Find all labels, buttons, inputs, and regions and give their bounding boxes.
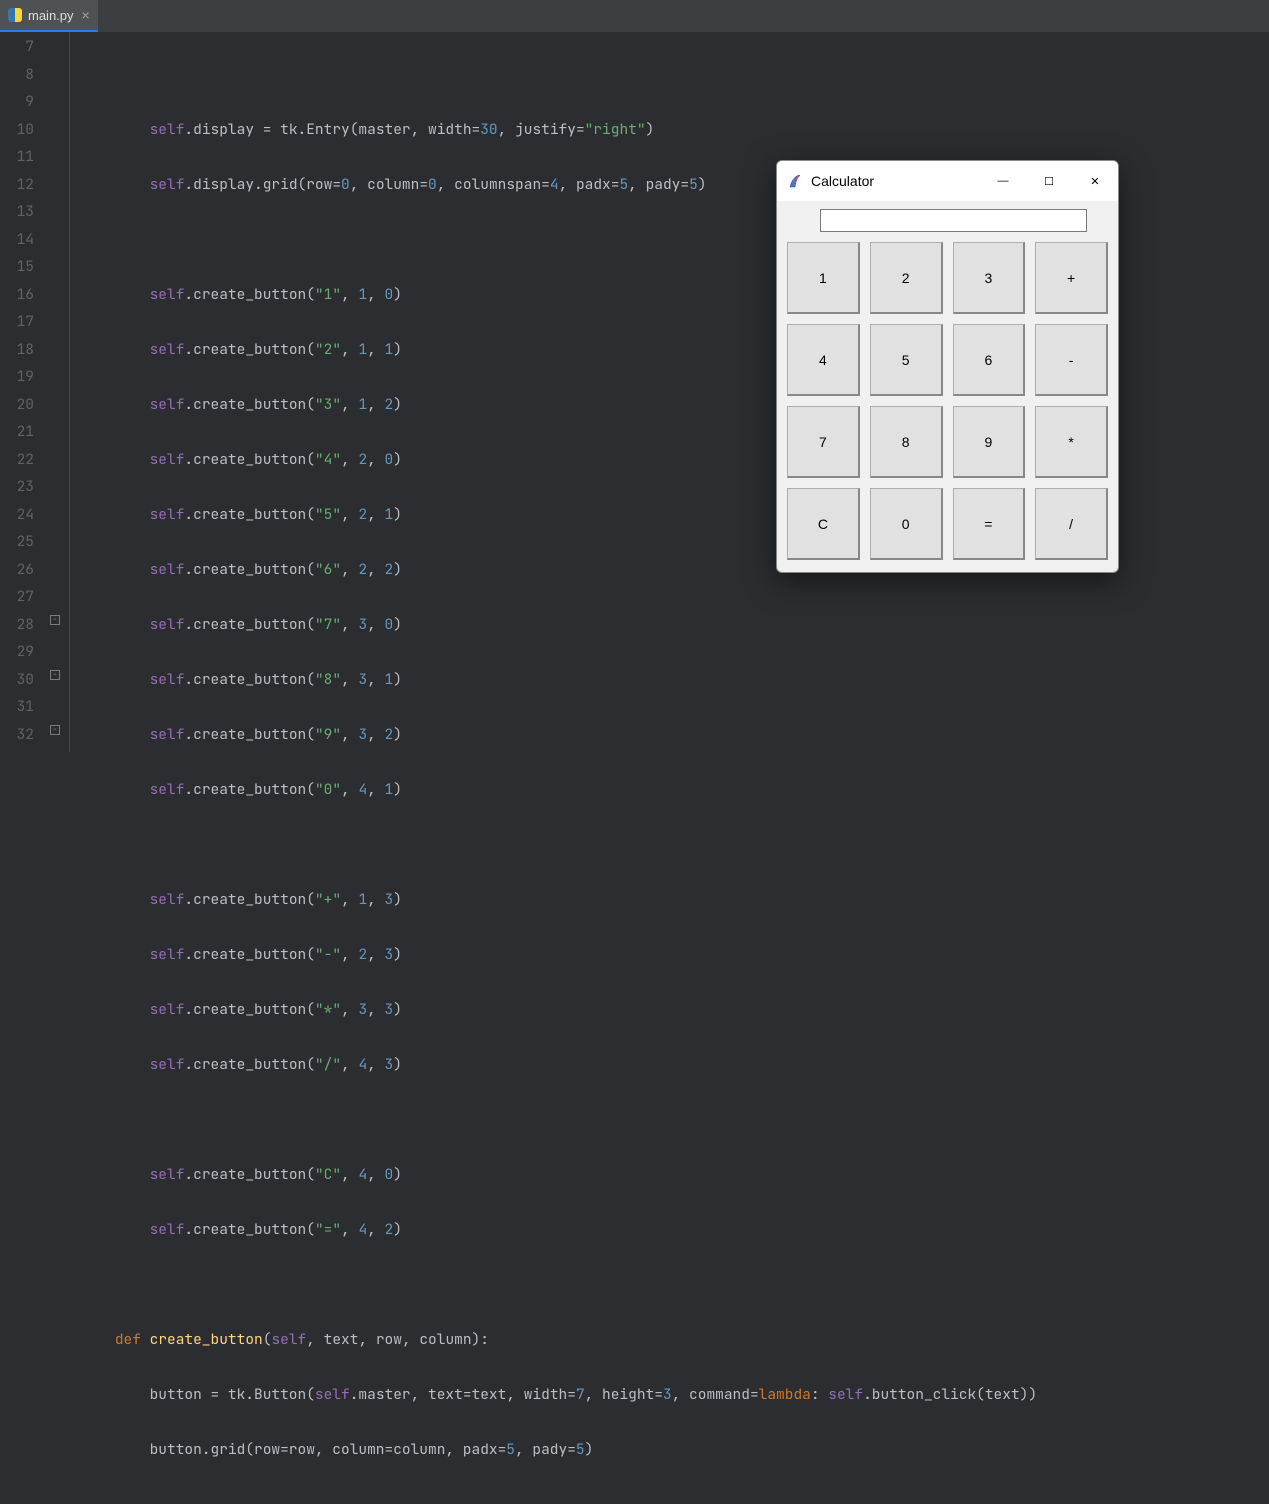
line-number: 17 bbox=[0, 308, 34, 336]
code-line: self.create_button("0", 4, 1) bbox=[80, 776, 1037, 804]
line-number: 10 bbox=[0, 116, 34, 144]
calc-button-2[interactable]: 2 bbox=[870, 242, 943, 314]
fold-column: − − − bbox=[42, 32, 70, 752]
code-line: button = tk.Button(self.master, text=tex… bbox=[80, 1381, 1037, 1409]
maximize-icon: ☐ bbox=[1044, 175, 1054, 188]
calc-button-6[interactable]: 6 bbox=[953, 324, 1026, 396]
calc-button-minus[interactable]: - bbox=[1035, 324, 1108, 396]
code-line: button.grid(row=row, column=column, padx… bbox=[80, 1436, 1037, 1464]
calc-button-divide[interactable]: / bbox=[1035, 488, 1108, 560]
window-title: Calculator bbox=[811, 173, 980, 189]
calculator-window: Calculator — ☐ ✕ 1 2 3 + 4 5 6 - 7 8 9 *… bbox=[776, 160, 1119, 573]
line-gutter: 7 8 9 10 11 12 13 14 15 16 17 18 19 20 2… bbox=[0, 32, 42, 752]
calc-button-8[interactable]: 8 bbox=[870, 406, 943, 478]
code-line: self.create_button("C", 4, 0) bbox=[80, 1161, 1037, 1189]
code-line bbox=[80, 61, 1037, 89]
close-button[interactable]: ✕ bbox=[1072, 161, 1118, 201]
calc-button-1[interactable]: 1 bbox=[787, 242, 860, 314]
line-number: 15 bbox=[0, 253, 34, 281]
calc-button-9[interactable]: 9 bbox=[953, 406, 1026, 478]
line-number: 23 bbox=[0, 473, 34, 501]
titlebar[interactable]: Calculator — ☐ ✕ bbox=[777, 161, 1118, 201]
code-line: self.create_button("/", 4, 3) bbox=[80, 1051, 1037, 1079]
line-number: 28 bbox=[0, 611, 34, 639]
line-number: 18 bbox=[0, 336, 34, 364]
fold-marker-icon[interactable]: − bbox=[50, 615, 60, 625]
calc-button-7[interactable]: 7 bbox=[787, 406, 860, 478]
code-line bbox=[80, 1106, 1037, 1134]
code-line: self.create_button("7", 3, 0) bbox=[80, 611, 1037, 639]
fold-marker-icon[interactable]: − bbox=[50, 670, 60, 680]
minimize-icon: — bbox=[998, 175, 1009, 187]
line-number: 21 bbox=[0, 418, 34, 446]
line-number: 25 bbox=[0, 528, 34, 556]
file-tab[interactable]: main.py × bbox=[0, 0, 98, 32]
calc-button-plus[interactable]: + bbox=[1035, 242, 1108, 314]
tab-filename: main.py bbox=[28, 8, 74, 23]
tk-feather-icon bbox=[787, 173, 803, 189]
maximize-button[interactable]: ☐ bbox=[1026, 161, 1072, 201]
tab-close-icon[interactable]: × bbox=[82, 7, 90, 23]
calc-button-5[interactable]: 5 bbox=[870, 324, 943, 396]
tab-bar: main.py × bbox=[0, 0, 1269, 32]
line-number: 20 bbox=[0, 391, 34, 419]
calc-button-multiply[interactable]: * bbox=[1035, 406, 1108, 478]
line-number: 31 bbox=[0, 693, 34, 721]
line-number: 8 bbox=[0, 61, 34, 89]
line-number: 9 bbox=[0, 88, 34, 116]
code-line: self.create_button("-", 2, 3) bbox=[80, 941, 1037, 969]
close-icon: ✕ bbox=[1090, 175, 1099, 188]
calc-button-equals[interactable]: = bbox=[953, 488, 1026, 560]
code-line: self.create_button("=", 4, 2) bbox=[80, 1216, 1037, 1244]
line-number: 30 bbox=[0, 666, 34, 694]
code-line: self.display = tk.Entry(master, width=30… bbox=[80, 116, 1037, 144]
python-icon bbox=[8, 8, 22, 22]
line-number: 32 bbox=[0, 721, 34, 749]
code-line: self.create_button("+", 1, 3) bbox=[80, 886, 1037, 914]
line-number: 12 bbox=[0, 171, 34, 199]
code-line: self.create_button("*", 3, 3) bbox=[80, 996, 1037, 1024]
minimize-button[interactable]: — bbox=[980, 161, 1026, 201]
fold-marker-icon[interactable]: − bbox=[50, 725, 60, 735]
code-line bbox=[80, 831, 1037, 859]
code-line: self.create_button("8", 3, 1) bbox=[80, 666, 1037, 694]
calc-button-3[interactable]: 3 bbox=[953, 242, 1026, 314]
line-number: 7 bbox=[0, 33, 34, 61]
calc-button-0[interactable]: 0 bbox=[870, 488, 943, 560]
calc-button-4[interactable]: 4 bbox=[787, 324, 860, 396]
line-number: 19 bbox=[0, 363, 34, 391]
code-line: def create_button(self, text, row, colum… bbox=[80, 1326, 1037, 1354]
calculator-body: 1 2 3 + 4 5 6 - 7 8 9 * C 0 = / bbox=[777, 201, 1118, 572]
code-line: self.create_button("9", 3, 2) bbox=[80, 721, 1037, 749]
line-number: 22 bbox=[0, 446, 34, 474]
calc-button-clear[interactable]: C bbox=[787, 488, 860, 560]
line-number: 27 bbox=[0, 583, 34, 611]
line-number: 29 bbox=[0, 638, 34, 666]
line-number: 11 bbox=[0, 143, 34, 171]
calculator-display[interactable] bbox=[820, 209, 1087, 232]
code-line bbox=[80, 1271, 1037, 1299]
calculator-keypad: 1 2 3 + 4 5 6 - 7 8 9 * C 0 = / bbox=[787, 242, 1108, 560]
line-number: 14 bbox=[0, 226, 34, 254]
line-number: 16 bbox=[0, 281, 34, 309]
line-number: 24 bbox=[0, 501, 34, 529]
line-number: 26 bbox=[0, 556, 34, 584]
line-number: 13 bbox=[0, 198, 34, 226]
